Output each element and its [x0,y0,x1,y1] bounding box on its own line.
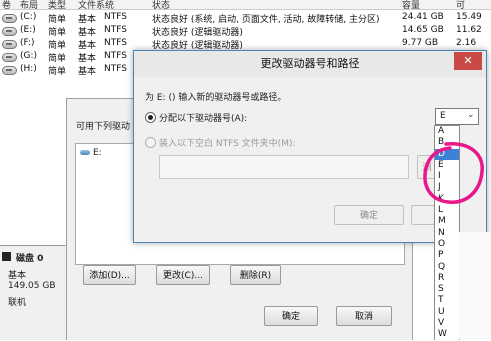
volume-layout: 简单 [48,67,67,77]
mount-folder-radio[interactable] [145,137,156,148]
volume-fs: NTFS [104,51,127,61]
dropdown-item[interactable]: P [435,250,459,261]
delete-button[interactable]: 删除(R) [230,265,281,285]
disk-icon [2,14,17,23]
disk-state: 联机 [8,298,27,308]
list-item-label: E: [93,148,102,158]
volume-fs: NTFS [104,64,127,74]
drive-letter-select[interactable]: E ⌄ [435,108,479,125]
col-filesystem[interactable]: 文件系统 [78,0,114,11]
col-free[interactable]: 可 [456,0,465,11]
dropdown-item[interactable]: R [435,273,459,284]
volume-fs: NTFS [104,38,127,48]
dropdown-item[interactable]: V [435,318,459,329]
assign-letter-radio[interactable] [145,112,156,123]
table-row[interactable]: (C:) 简单 基本 NTFS 状态良好 (系统, 启动, 页面文件, 活动, … [0,11,491,25]
col-capacity[interactable]: 容量 [402,0,420,11]
dropdown-item[interactable]: Q [435,262,459,273]
table-row[interactable]: (F:) 简单 基本 NTFS 状态良好 (逻辑驱动器) 9.77 GB 2.1… [0,37,491,51]
add-button[interactable]: 添加(D)... [83,265,136,285]
drive-list-label: 可用下列驱动 [76,122,131,132]
volume-capacity: 14.65 GB [402,25,444,35]
col-type[interactable]: 类型 [48,0,66,11]
volume-fs: NTFS [104,12,127,22]
disk-square-icon [2,252,11,261]
drive-icon [80,150,90,155]
volume-name: (E:) [20,25,36,35]
dropdown-item[interactable]: O [435,239,459,250]
volume-name: (C:) [20,12,37,22]
volume-capacity: 24.41 GB [402,12,444,22]
mount-folder-label[interactable]: 装入以下空白 NTFS 文件夹中(M): [159,136,296,149]
disk-icon [2,66,17,75]
dialog-title: 更改驱动器号和路径 [134,51,486,77]
volume-type: 基本 [78,67,97,77]
col-volume[interactable]: 卷 [2,0,11,11]
annotation-circle [423,142,484,204]
change-button[interactable]: 更改(C)... [156,265,210,285]
volume-table-header: 卷 布局 类型 文件系统 状态 容量 可 [0,0,491,11]
selected-letter: E [440,111,446,121]
cancel-button[interactable]: 取消 [336,306,392,326]
volume-name: (G:) [20,51,38,61]
dropdown-item[interactable]: U [435,307,459,318]
dropdown-item[interactable]: S [435,284,459,295]
background-panel [459,232,491,339]
mount-path-input[interactable] [159,155,409,179]
dropdown-item[interactable]: A [435,126,459,137]
disk-size: 149.05 GB [8,281,56,291]
volume-free: 15.49 [456,12,482,22]
disk-type: 基本 [8,271,27,281]
assign-letter-label[interactable]: 分配以下驱动器号(A): [159,111,247,124]
dropdown-item[interactable]: N [435,228,459,239]
disk-icon [2,27,17,36]
col-status[interactable]: 状态 [152,0,170,11]
disk-info-panel: 磁盘 0 基本 149.05 GB 联机 [0,245,67,340]
volume-free: 2.16 [456,38,477,48]
disk-icon [2,53,17,62]
dropdown-item[interactable]: T [435,295,459,306]
close-icon[interactable]: ✕ [454,52,482,70]
dialog-ok-button[interactable]: 确定 [334,205,404,225]
volume-fs: NTFS [104,25,127,35]
volume-capacity: 9.77 GB [402,38,439,48]
volume-name: (H:) [20,64,37,74]
ok-button[interactable]: 确定 [264,306,318,326]
dialog-intro: 为 E: () 输入新的驱动器号或路径。 [145,93,287,103]
chevron-down-icon: ⌄ [467,110,475,120]
disk-icon [2,40,17,49]
disk-name: 磁盘 0 [16,254,44,264]
volume-free: 11.62 [456,25,482,35]
col-layout[interactable]: 布局 [20,0,38,11]
table-row[interactable]: (E:) 简单 基本 NTFS 状态良好 (逻辑驱动器) 14.65 GB 11… [0,24,491,38]
volume-name: (F:) [20,38,35,48]
